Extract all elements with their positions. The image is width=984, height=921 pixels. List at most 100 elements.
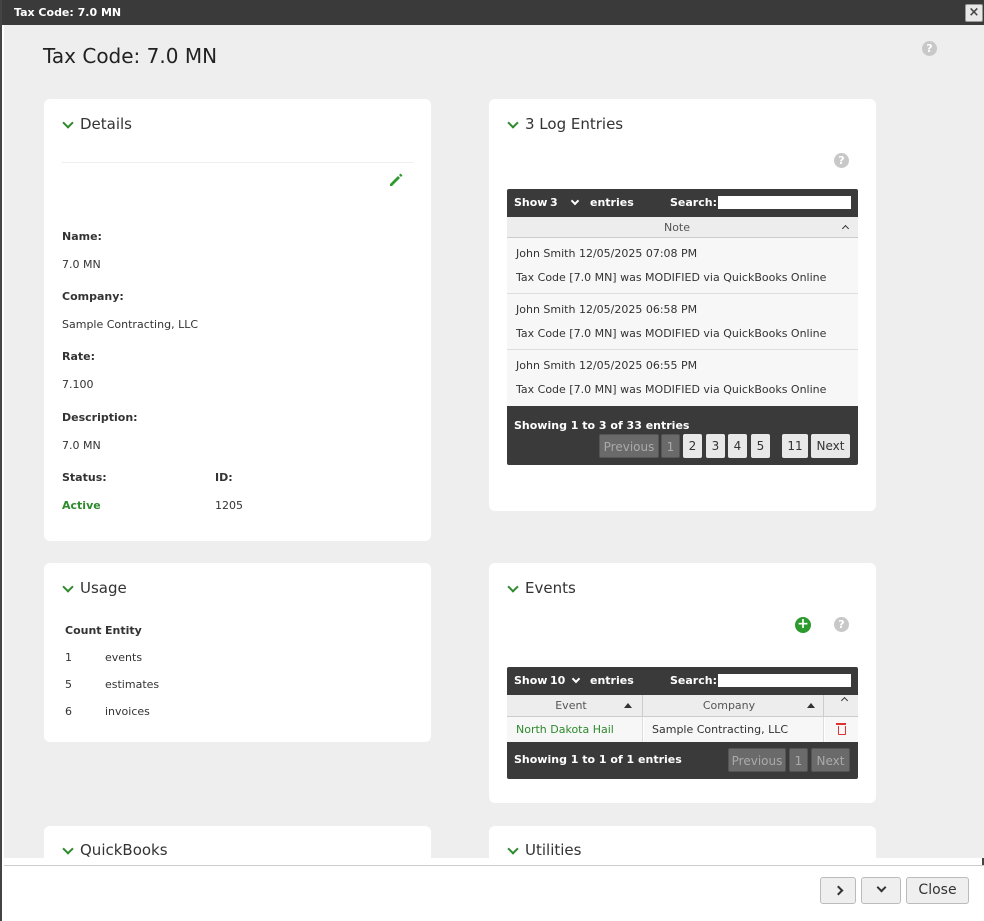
chevron-down-icon <box>572 674 581 684</box>
column-header-count: Count <box>65 624 102 637</box>
events-table-footer: Showing 1 to 1 of 1 entries Previous 1 N… <box>507 742 858 779</box>
chevron-right-icon <box>833 885 843 896</box>
dialog-title: Tax Code: 7.0 MN <box>14 6 122 19</box>
log-entry-note: Tax Code [7.0 MN] was MODIFIED via Quick… <box>516 383 827 396</box>
events-search-input[interactable] <box>718 674 851 687</box>
status-value: Active <box>62 499 101 512</box>
usage-header-label: Usage <box>80 579 127 597</box>
details-header-label: Details <box>80 115 133 133</box>
dialog-close-icon[interactable]: × <box>965 4 983 22</box>
log-page-2-button[interactable]: 2 <box>683 434 702 458</box>
log-table-controls: Show 3 entries Search: <box>507 189 858 217</box>
table-row: John Smith 12/05/2025 07:08 PM Tax Code … <box>507 238 858 294</box>
add-event-icon[interactable]: + <box>795 617 811 633</box>
log-next-button[interactable]: Next <box>811 434 850 458</box>
utilities-header-label: Utilities <box>525 841 582 858</box>
events-header[interactable]: Events <box>507 579 576 597</box>
table-row: John Smith 12/05/2025 06:58 PM Tax Code … <box>507 294 858 350</box>
log-entry-meta: John Smith 12/05/2025 07:08 PM <box>516 247 698 260</box>
dialog-titlebar: Tax Code: 7.0 MN × <box>2 0 984 25</box>
events-length-value: 10 <box>550 674 566 687</box>
description-label: Description: <box>62 411 138 424</box>
quickbooks-header-label: QuickBooks <box>80 841 168 858</box>
log-length-select[interactable]: 3 <box>550 196 579 209</box>
sort-asc-icon <box>807 703 815 708</box>
log-length-value: 3 <box>550 196 558 209</box>
usage-panel: Usage Count Entity 1 events 5 estimates … <box>44 563 431 742</box>
column-header-event-label: Event <box>555 699 587 712</box>
log-prev-button[interactable]: Previous <box>599 434 659 458</box>
log-table-header[interactable]: Note <box>507 217 858 238</box>
column-header-company[interactable]: Company <box>644 695 824 717</box>
log-entries-header[interactable]: 3 Log Entries <box>507 115 623 133</box>
table-row: John Smith 12/05/2025 06:55 PM Tax Code … <box>507 350 858 406</box>
events-show-label: Show <box>514 674 548 687</box>
log-table-footer: Showing 1 to 3 of 33 entries Previous 1 … <box>507 406 858 465</box>
usage-entity: events <box>105 651 143 664</box>
id-label: ID: <box>215 471 233 484</box>
rate-value: 7.100 <box>62 378 94 391</box>
company-label: Company: <box>62 290 124 303</box>
log-table-body: John Smith 12/05/2025 07:08 PM Tax Code … <box>507 238 858 406</box>
company-value: Sample Contracting, LLC <box>62 318 199 331</box>
events-search-label: Search: <box>670 674 717 687</box>
events-page-1-button[interactable]: 1 <box>789 748 808 772</box>
chevron-down-icon <box>507 581 519 593</box>
chevron-down-icon <box>507 117 519 129</box>
log-table-info: Showing 1 to 3 of 33 entries <box>514 419 690 432</box>
log-show-label: Show <box>514 196 548 209</box>
events-entries-label: entries <box>590 674 634 687</box>
delete-trash-icon[interactable] <box>836 723 846 735</box>
log-help-icon[interactable]: ? <box>834 153 849 168</box>
log-page-last-button[interactable]: 11 <box>782 434 808 458</box>
log-entry-meta: John Smith 12/05/2025 06:58 PM <box>516 303 698 316</box>
quickbooks-header[interactable]: QuickBooks <box>62 841 168 858</box>
dialog-footer: Close <box>4 865 984 921</box>
log-page-1-button[interactable]: 1 <box>661 434 680 458</box>
events-table-controls: Show 10 entries Search: <box>507 667 858 695</box>
dialog-content[interactable]: Tax Code: 7.0 MN ? Details Name: 7.0 MN … <box>4 25 984 858</box>
status-label: Status: <box>62 471 107 484</box>
event-cell: North Dakota Hail <box>507 717 643 742</box>
chevron-down-icon <box>62 117 74 129</box>
company-cell: Sample Contracting, LLC <box>644 717 824 742</box>
utilities-header[interactable]: Utilities <box>507 841 581 858</box>
log-page-5-button[interactable]: 5 <box>751 434 770 458</box>
log-page-4-button[interactable]: 4 <box>728 434 747 458</box>
events-help-icon[interactable]: ? <box>834 617 849 632</box>
usage-header[interactable]: Usage <box>62 579 127 597</box>
column-header-note: Note <box>663 221 691 234</box>
log-search-label: Search: <box>670 196 717 209</box>
log-entries-panel: 3 Log Entries ? Show 3 entries Search: N… <box>489 99 876 511</box>
usage-entity: invoices <box>105 705 150 718</box>
more-options-button[interactable] <box>861 877 901 904</box>
events-prev-button[interactable]: Previous <box>728 748 786 772</box>
chevron-down-icon <box>570 196 579 206</box>
sort-asc-icon[interactable] <box>840 696 849 705</box>
delete-cell <box>825 717 858 742</box>
company-value: Sample Contracting, LLC <box>652 723 789 736</box>
usage-count: 1 <box>65 651 72 664</box>
page-help-icon[interactable]: ? <box>922 41 937 56</box>
log-page-3-button[interactable]: 3 <box>706 434 725 458</box>
column-header-entity: Entity <box>105 624 142 637</box>
column-header-event[interactable]: Event <box>507 695 643 717</box>
events-next-button[interactable]: Next <box>811 748 850 772</box>
chevron-down-icon <box>62 581 74 593</box>
events-length-select[interactable]: 10 <box>550 674 581 687</box>
next-record-button[interactable] <box>820 877 856 904</box>
column-header-company-label: Company <box>702 699 756 712</box>
details-header[interactable]: Details <box>62 115 132 133</box>
event-link[interactable]: North Dakota Hail <box>516 723 614 736</box>
dialog: Tax Code: 7.0 MN × Tax Code: 7.0 MN ? De… <box>0 0 984 921</box>
events-header-label: Events <box>525 579 576 597</box>
log-entry-note: Tax Code [7.0 MN] was MODIFIED via Quick… <box>516 271 827 284</box>
rate-label: Rate: <box>62 350 96 363</box>
log-search-input[interactable] <box>718 196 851 209</box>
chevron-down-icon <box>62 843 74 855</box>
edit-pencil-icon[interactable] <box>388 172 404 188</box>
close-button[interactable]: Close <box>906 877 969 904</box>
events-table-header: Event Company <box>507 695 858 717</box>
events-panel: Events + ? Show 10 entries Search: Event <box>489 563 876 803</box>
usage-count: 6 <box>65 705 72 718</box>
